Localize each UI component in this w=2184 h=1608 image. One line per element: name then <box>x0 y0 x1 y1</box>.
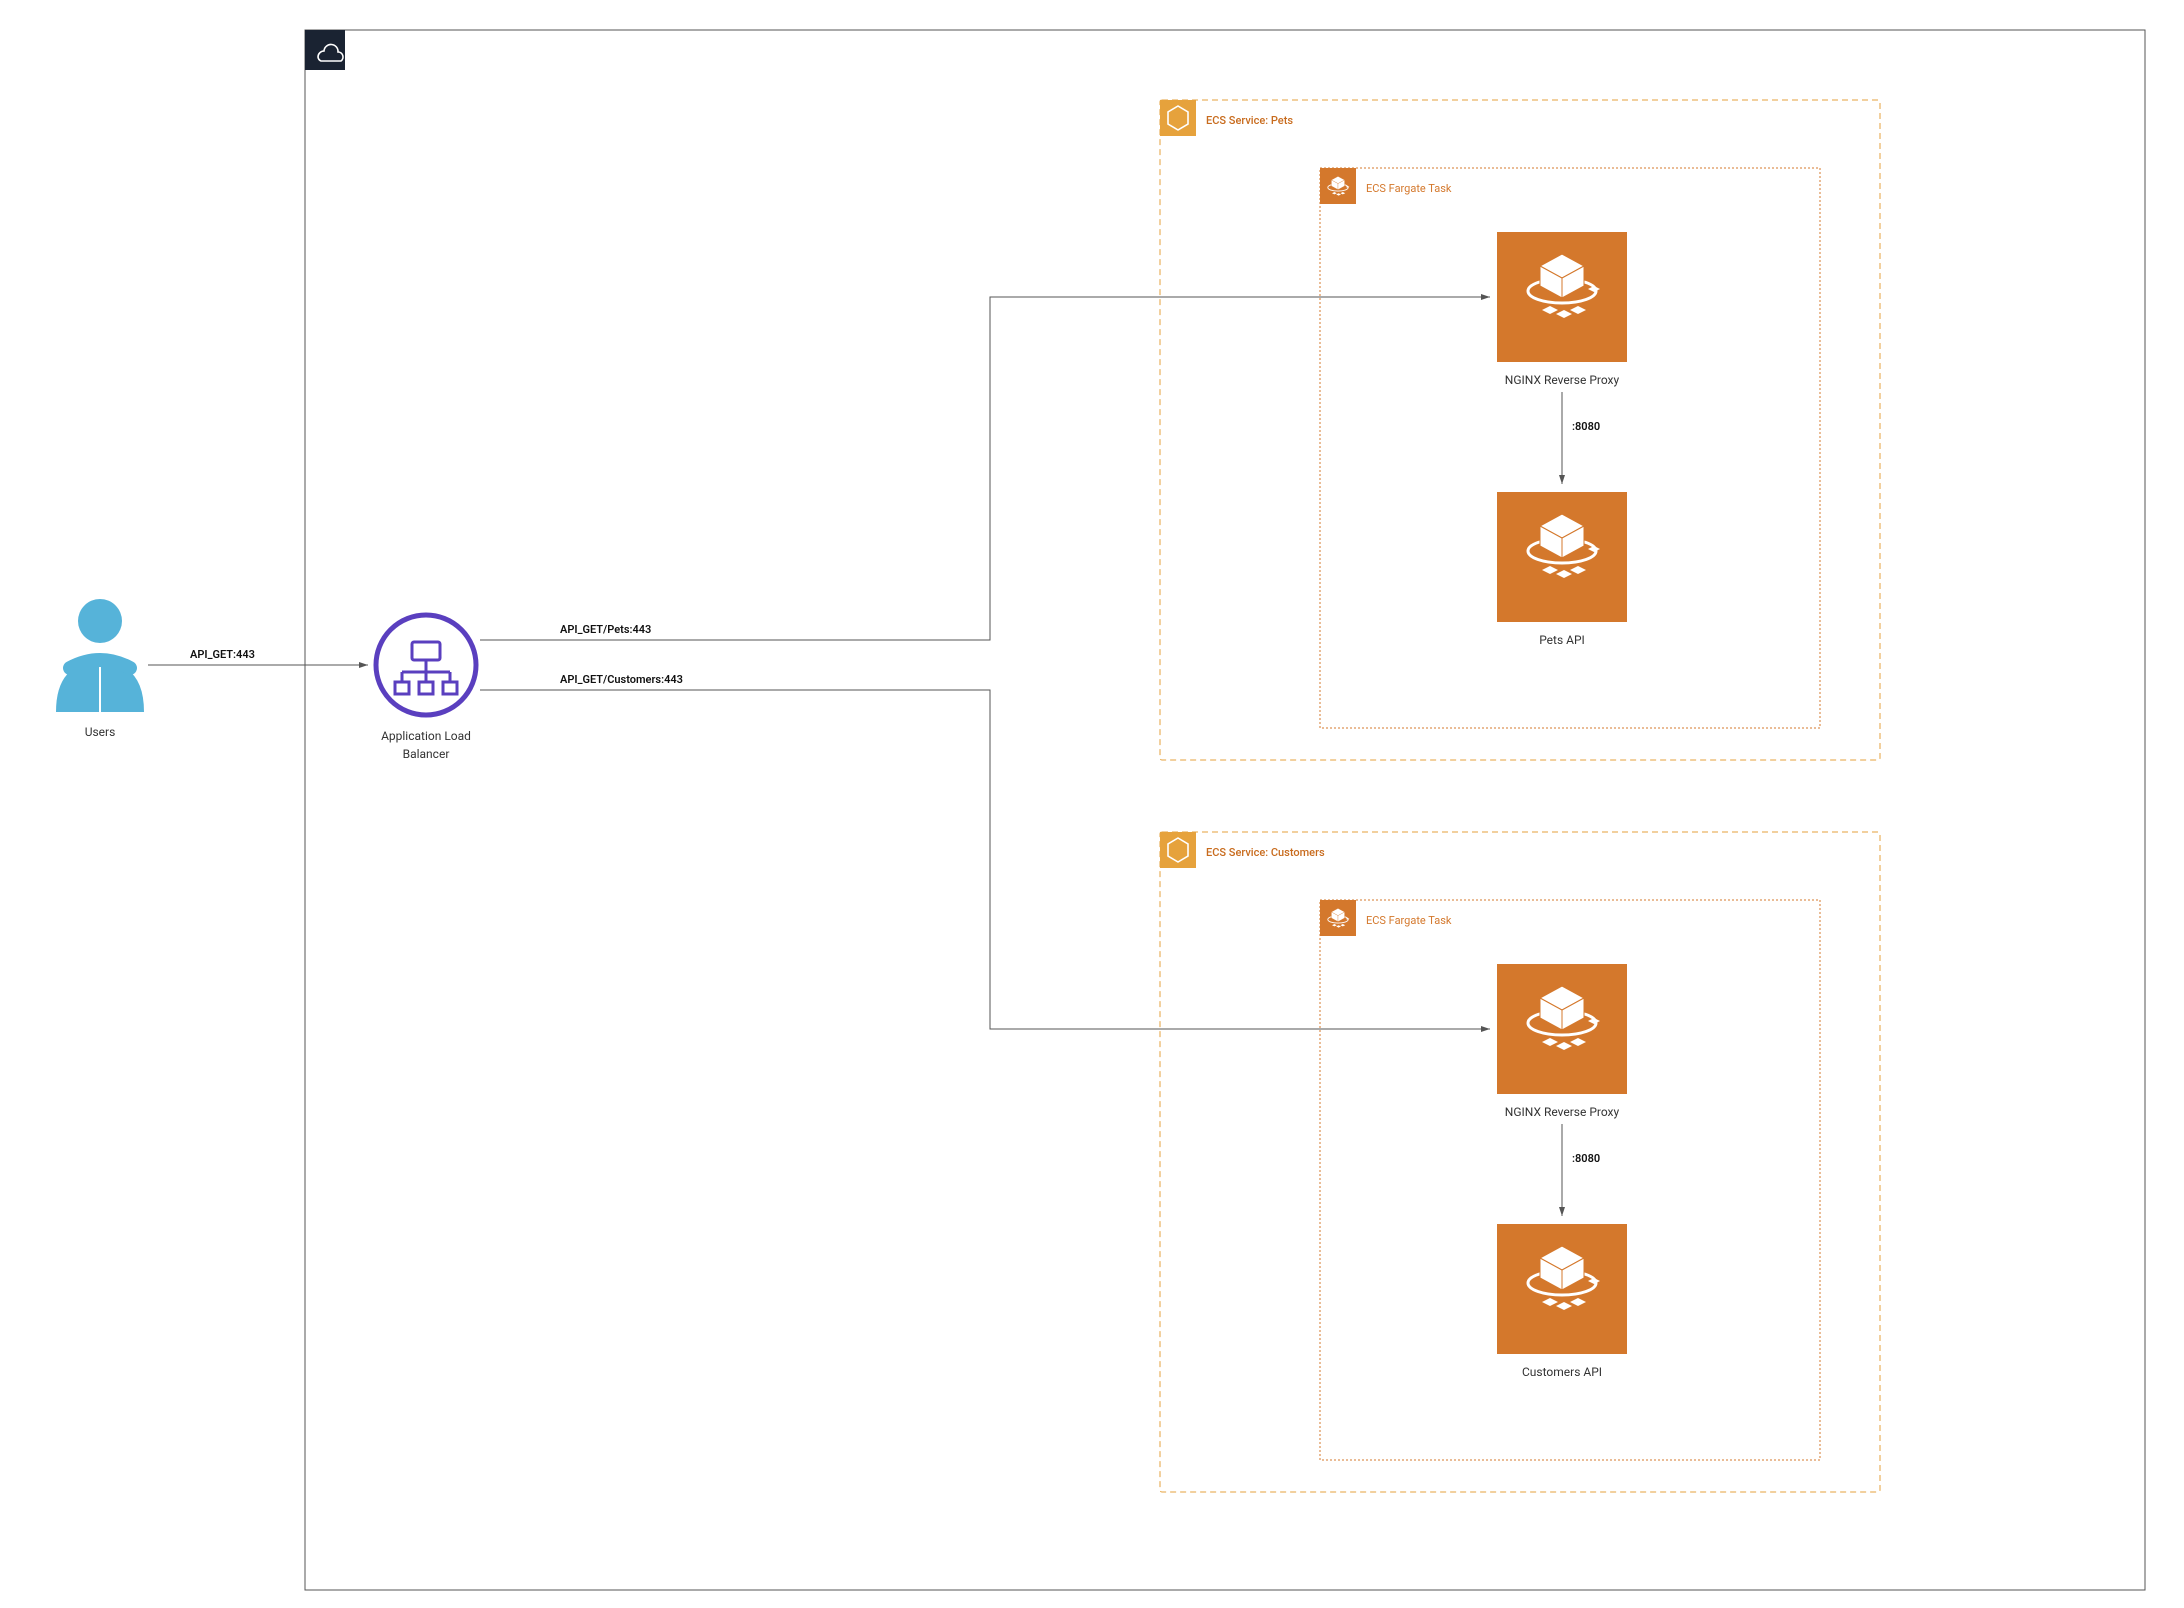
customers-api-label: Customers API <box>1522 1365 1602 1379</box>
ecs-fargate-task-customers-label: ECS Fargate Task <box>1366 914 1452 927</box>
architecture-diagram: AWS Cloud Users API_GET:443 Applicati <box>0 0 2184 1608</box>
users-node: Users <box>56 599 144 739</box>
nginx-proxy-customers: NGINX Reverse Proxy <box>1497 964 1627 1119</box>
users-label: Users <box>85 725 116 739</box>
edge-alb-customers: API_GET/Customers:443 <box>480 673 1490 1029</box>
edge-users-alb-label: API_GET:443 <box>190 648 255 661</box>
edge-pets-port: :8080 <box>1562 392 1600 484</box>
edge-customers-port-label: :8080 <box>1572 1152 1600 1165</box>
aws-cloud-label: AWS Cloud <box>358 45 417 59</box>
edge-pets-port-label: :8080 <box>1572 420 1600 433</box>
ecs-fargate-task-pets-label: ECS Fargate Task <box>1366 182 1452 195</box>
alb-icon <box>395 642 457 694</box>
edge-alb-pets: API_GET/Pets:443 <box>480 297 1490 640</box>
edge-alb-pets-label: API_GET/Pets:443 <box>560 623 651 636</box>
ecs-service-customers: ECS Service: Customers ECS Fargate Task … <box>1160 832 1880 1492</box>
customers-api: Customers API <box>1497 1224 1627 1379</box>
ecs-service-customers-label: ECS Service: Customers <box>1206 846 1325 859</box>
alb-node: Application Load Balancer <box>376 615 476 761</box>
alb-label-l2: Balancer <box>403 747 450 761</box>
nginx-proxy-pets-label: NGINX Reverse Proxy <box>1505 373 1620 387</box>
nginx-proxy-pets: NGINX Reverse Proxy <box>1497 232 1627 387</box>
user-icon <box>56 599 144 712</box>
nginx-proxy-customers-label: NGINX Reverse Proxy <box>1505 1105 1620 1119</box>
pets-api-label: Pets API <box>1539 633 1585 647</box>
alb-label-l1: Application Load <box>381 729 471 743</box>
ecs-service-pets-label: ECS Service: Pets <box>1206 114 1293 127</box>
edge-users-alb: API_GET:443 <box>148 648 368 665</box>
edge-alb-customers-label: API_GET/Customers:443 <box>560 673 683 686</box>
pets-api: Pets API <box>1497 492 1627 647</box>
aws-cloud-boundary: AWS Cloud <box>305 30 2145 1590</box>
ecs-service-pets: ECS Service: Pets ECS Fargate Task NGINX… <box>1160 100 1880 760</box>
edge-customers-port: :8080 <box>1562 1124 1600 1216</box>
